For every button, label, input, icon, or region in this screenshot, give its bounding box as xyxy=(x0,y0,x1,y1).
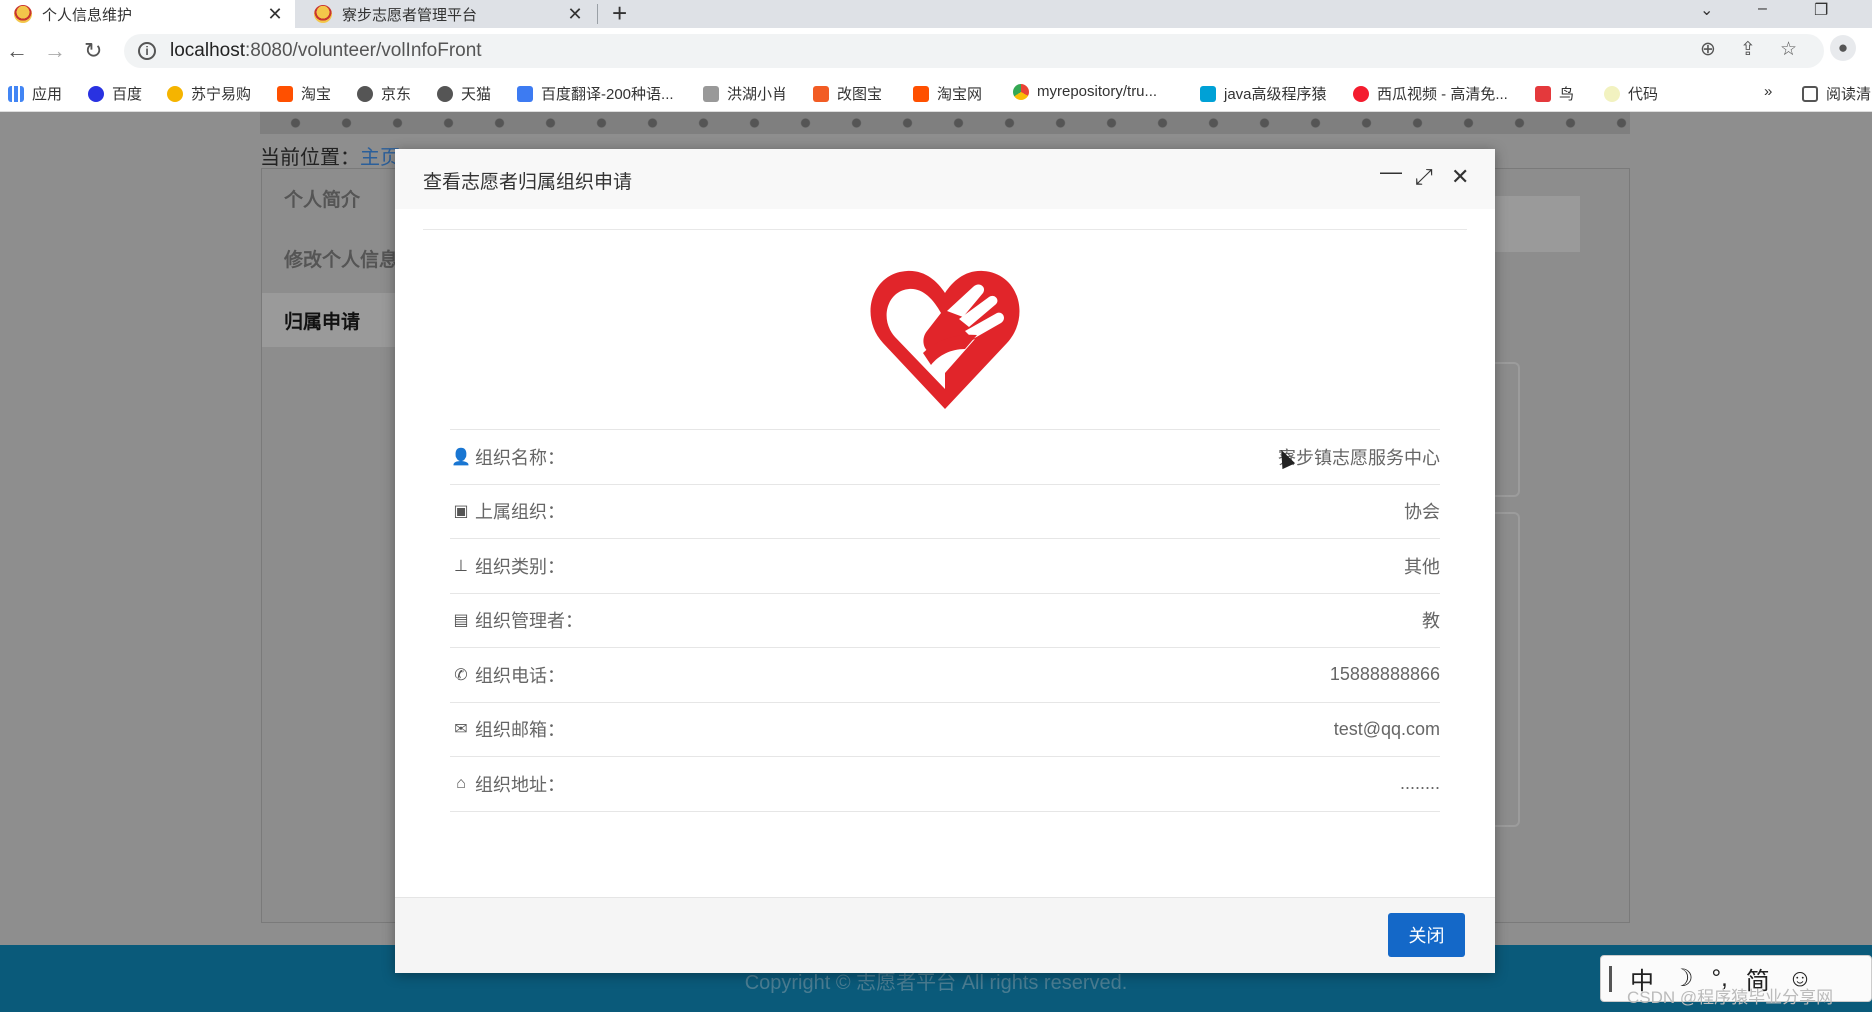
reading-list-icon xyxy=(1802,85,1818,102)
site-favicon-icon xyxy=(314,5,332,23)
reading-list[interactable]: 阅读清 xyxy=(1802,83,1871,104)
dialog-footer: 关闭 xyxy=(395,897,1495,973)
url-host: localhost xyxy=(170,40,245,61)
decorative-dots-strip xyxy=(260,112,1630,134)
browser-tab-active[interactable]: 个人信息维护 ✕ xyxy=(0,0,295,28)
dialog-header: 查看志愿者归属组织申请 — ⤢ ✕ xyxy=(395,149,1495,209)
tab-separator xyxy=(597,4,598,24)
bookmark-xigua[interactable]: 西瓜视频 - 高清免... xyxy=(1353,83,1508,104)
sidebar-item-affiliation[interactable]: 归属申请 xyxy=(284,307,360,334)
sidebar-item-profile[interactable]: 个人简介 xyxy=(284,185,360,212)
bookmark-baidu[interactable]: 百度 xyxy=(88,83,142,104)
info-row-org-type: ⊥ 组织类别： 其他 xyxy=(450,539,1440,594)
info-row-org-address: ⌂ 组织地址： ........ xyxy=(450,757,1440,812)
xigua-play-icon xyxy=(1353,85,1369,102)
window-minimize-icon[interactable]: – xyxy=(1758,0,1767,18)
bookmark-jd[interactable]: 京东 xyxy=(357,83,411,104)
suning-icon xyxy=(167,85,183,102)
bird-icon xyxy=(703,85,719,102)
globe-icon xyxy=(357,85,373,102)
info-row-org-phone: ✆ 组织电话： 15888888866 xyxy=(450,648,1440,703)
content-header-block xyxy=(1495,196,1580,252)
bookmark-taobao[interactable]: 淘宝 xyxy=(277,83,331,104)
sidebar-item-edit-info[interactable]: 修改个人信息 xyxy=(284,245,398,272)
chrome-icon xyxy=(1013,83,1029,100)
browser-tab-inactive[interactable]: 寮步志愿者管理平台 ✕ xyxy=(300,0,595,28)
bookmark-star-icon[interactable]: ☆ xyxy=(1780,38,1797,61)
breadcrumb: 当前位置：主页 xyxy=(260,147,400,169)
bookmark-baidu-translate[interactable]: 百度翻译-200种语... xyxy=(517,83,674,104)
organization-info-list: 👤 组织名称： 寮步镇志愿服务中心 ▣ 上属组织： 协会 ⊥ 组织类别： 其他 ▤ 组织… xyxy=(450,429,1440,812)
site-info-icon[interactable]: i xyxy=(138,42,156,60)
url-path: :8080/volunteer/volInfoFront xyxy=(245,40,482,61)
profile-avatar-icon[interactable]: ● xyxy=(1830,35,1856,61)
csdn-watermark: CSDN @程序猿毕业分享网 xyxy=(1627,988,1834,1007)
code-icon xyxy=(1604,85,1620,102)
bookmark-more-icon[interactable]: » xyxy=(1764,83,1772,100)
bookmark-suning[interactable]: 苏宁易购 xyxy=(167,83,251,104)
close-icon[interactable]: ✕ xyxy=(1451,166,1469,188)
sitemap-icon: ⊥ xyxy=(454,557,468,575)
ime-drag-handle[interactable] xyxy=(1609,965,1612,992)
gaitubao-icon xyxy=(813,85,829,102)
breadcrumb-home-link[interactable]: 主页 xyxy=(360,147,400,169)
bookmark-tmall[interactable]: 天猫 xyxy=(437,83,491,104)
tab-close-icon[interactable]: ✕ xyxy=(265,4,285,25)
bookmark-gaitubao[interactable]: 改图宝 xyxy=(813,83,882,104)
bilibili-icon xyxy=(1200,85,1216,102)
dialog-title: 查看志愿者归属组织申请 xyxy=(423,172,633,193)
building-icon: ▣ xyxy=(453,503,469,521)
tab-close-icon[interactable]: ✕ xyxy=(565,4,585,25)
apps-grid-icon xyxy=(8,85,24,102)
bookmark-code[interactable]: 代码 xyxy=(1604,83,1658,104)
bookmark-taobao-net[interactable]: 淘宝网 xyxy=(913,83,982,104)
content-card xyxy=(1495,362,1520,497)
new-tab-icon[interactable]: + xyxy=(612,0,627,29)
user-icon: 👤 xyxy=(451,448,471,466)
volunteer-heart-logo xyxy=(870,270,1020,409)
taobao-icon xyxy=(277,85,293,102)
organization-dialog: 查看志愿者归属组织申请 — ⤢ ✕ 👤 组织名称： 寮步镇志愿服务中心 ▣ 上属组织… xyxy=(395,149,1495,973)
zoom-icon[interactable]: ⊕ xyxy=(1700,38,1716,61)
envelope-icon: ✉ xyxy=(454,721,468,739)
bookmarks-bar: 应用 百度 苏宁易购 淘宝 京东 天猫 百度翻译-200种语... 洪湖小肖 改… xyxy=(0,74,1872,112)
close-button[interactable]: 关闭 xyxy=(1388,913,1465,957)
site-favicon-icon xyxy=(14,5,32,23)
tab-search-chevron-icon[interactable]: ⌄ xyxy=(1700,0,1713,20)
bookmark-myrepository[interactable]: myrepository/tru... xyxy=(1013,83,1157,100)
phone-icon: ✆ xyxy=(454,666,468,684)
info-row-org-manager: ▤ 组织管理者： 教 xyxy=(450,594,1440,648)
maximize-icon[interactable]: ⤢ xyxy=(1415,166,1433,188)
bookmark-bird[interactable]: 鸟 xyxy=(1535,83,1574,104)
id-card-icon: ▤ xyxy=(453,612,469,630)
bookmark-honghu[interactable]: 洪湖小肖 xyxy=(703,83,787,104)
bird-icon xyxy=(1535,85,1551,102)
reload-icon[interactable]: ↻ xyxy=(84,38,102,64)
tab-title: 个人信息维护 xyxy=(42,6,133,24)
minimize-icon[interactable]: — xyxy=(1380,161,1402,183)
address-bar-row: ← → ↻ i localhost:8080/volunteer/volInfo… xyxy=(0,28,1872,74)
left-sidebar: 个人简介 修改个人信息 归属申请 xyxy=(261,168,401,923)
info-row-parent-org: ▣ 上属组织： 协会 xyxy=(450,485,1440,539)
url-field[interactable]: i localhost:8080/volunteer/volInfoFront xyxy=(124,34,1824,68)
bookmark-apps[interactable]: 应用 xyxy=(8,83,62,104)
baidu-paw-icon xyxy=(88,85,104,102)
taobao-icon xyxy=(913,85,929,102)
window-restore-icon[interactable]: ❐ xyxy=(1814,0,1828,20)
home-icon: ⌂ xyxy=(456,774,466,792)
bookmark-java[interactable]: java高级程序猿 xyxy=(1200,83,1327,104)
globe-icon xyxy=(437,85,453,102)
forward-arrow-icon[interactable]: → xyxy=(44,38,66,64)
content-card xyxy=(1495,512,1520,827)
browser-tab-bar: 个人信息维护 ✕ 寮步志愿者管理平台 ✕ + ⌄ – ❐ xyxy=(0,0,1872,28)
tab-title: 寮步志愿者管理平台 xyxy=(342,6,478,24)
info-row-org-email: ✉ 组织邮箱： test@qq.com xyxy=(450,703,1440,757)
back-arrow-icon[interactable]: ← xyxy=(6,38,28,64)
share-icon[interactable]: ⇪ xyxy=(1740,38,1756,61)
translate-icon xyxy=(517,85,533,102)
dialog-divider xyxy=(423,229,1467,230)
